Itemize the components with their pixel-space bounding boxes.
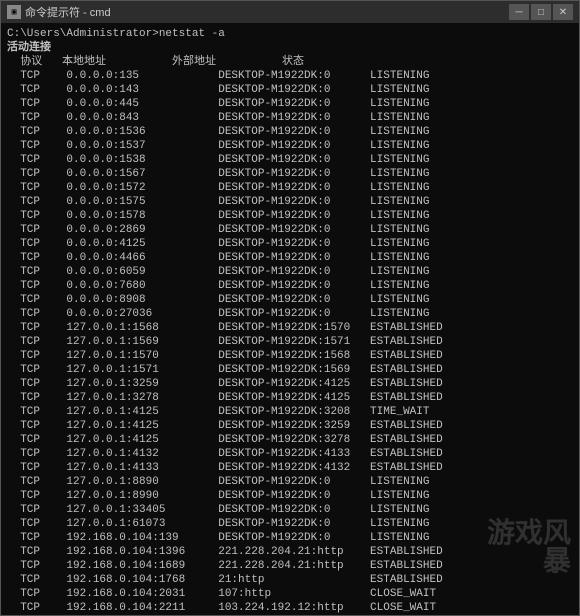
terminal-window: ▣ 命令提示符 - cmd ─ □ ✕ C:\Users\Administrat…: [0, 0, 580, 616]
table-row: TCP 127.0.0.1:8990 DESKTOP-M1922DK:0 LIS…: [7, 489, 573, 503]
table-row: TCP 127.0.0.1:4125 DESKTOP-M1922DK:3259 …: [7, 419, 573, 433]
table-row: TCP 127.0.0.1:8890 DESKTOP-M1922DK:0 LIS…: [7, 475, 573, 489]
table-row: TCP 0.0.0.0:6059 DESKTOP-M1922DK:0 LISTE…: [7, 265, 573, 279]
table-row: TCP 0.0.0.0:4466 DESKTOP-M1922DK:0 LISTE…: [7, 251, 573, 265]
table-row: TCP 0.0.0.0:843 DESKTOP-M1922DK:0 LISTEN…: [7, 111, 573, 125]
table-row: TCP 0.0.0.0:1538 DESKTOP-M1922DK:0 LISTE…: [7, 153, 573, 167]
table-row: TCP 0.0.0.0:27036 DESKTOP-M1922DK:0 LIST…: [7, 307, 573, 321]
table-row: TCP 127.0.0.1:4125 DESKTOP-M1922DK:3208 …: [7, 405, 573, 419]
column-header: 协议 本地地址 外部地址 状态: [7, 55, 573, 69]
table-row: TCP 192.168.0.104:2211 103.224.192.12:ht…: [7, 601, 573, 615]
section-header: 活动连接: [7, 41, 573, 55]
table-row: TCP 127.0.0.1:3278 DESKTOP-M1922DK:4125 …: [7, 391, 573, 405]
table-row: TCP 192.168.0.104:1768 21:http ESTABLISH…: [7, 573, 573, 587]
title-bar: ▣ 命令提示符 - cmd ─ □ ✕: [1, 1, 579, 23]
table-row: TCP 0.0.0.0:143 DESKTOP-M1922DK:0 LISTEN…: [7, 83, 573, 97]
maximize-button[interactable]: □: [531, 4, 551, 20]
terminal-icon: ▣: [7, 5, 21, 19]
table-row: TCP 192.168.0.104:139 DESKTOP-M1922DK:0 …: [7, 531, 573, 545]
table-row: TCP 192.168.0.104:1396 221.228.204.21:ht…: [7, 545, 573, 559]
table-row: TCP 0.0.0.0:445 DESKTOP-M1922DK:0 LISTEN…: [7, 97, 573, 111]
window-title: 命令提示符 - cmd: [25, 4, 111, 20]
table-row: TCP 127.0.0.1:3259 DESKTOP-M1922DK:4125 …: [7, 377, 573, 391]
table-row: TCP 127.0.0.1:4125 DESKTOP-M1922DK:3278 …: [7, 433, 573, 447]
table-row: TCP 127.0.0.1:4132 DESKTOP-M1922DK:4133 …: [7, 447, 573, 461]
table-row: TCP 0.0.0.0:1537 DESKTOP-M1922DK:0 LISTE…: [7, 139, 573, 153]
minimize-button[interactable]: ─: [509, 4, 529, 20]
title-bar-left: ▣ 命令提示符 - cmd: [7, 4, 111, 20]
table-row: TCP 127.0.0.1:1569 DESKTOP-M1922DK:1571 …: [7, 335, 573, 349]
table-row: TCP 192.168.0.104:2031 107:http CLOSE_WA…: [7, 587, 573, 601]
table-row: TCP 0.0.0.0:2869 DESKTOP-M1922DK:0 LISTE…: [7, 223, 573, 237]
terminal-rows: TCP 0.0.0.0:135 DESKTOP-M1922DK:0 LISTEN…: [7, 69, 573, 615]
table-row: TCP 127.0.0.1:1570 DESKTOP-M1922DK:1568 …: [7, 349, 573, 363]
table-row: TCP 0.0.0.0:1536 DESKTOP-M1922DK:0 LISTE…: [7, 125, 573, 139]
table-row: TCP 0.0.0.0:8908 DESKTOP-M1922DK:0 LISTE…: [7, 293, 573, 307]
terminal-body[interactable]: C:\Users\Administrator>netstat -a 活动连接 协…: [1, 23, 579, 615]
table-row: TCP 0.0.0.0:4125 DESKTOP-M1922DK:0 LISTE…: [7, 237, 573, 251]
table-row: TCP 0.0.0.0:1578 DESKTOP-M1922DK:0 LISTE…: [7, 209, 573, 223]
table-row: TCP 127.0.0.1:1571 DESKTOP-M1922DK:1569 …: [7, 363, 573, 377]
table-row: TCP 127.0.0.1:33405 DESKTOP-M1922DK:0 LI…: [7, 503, 573, 517]
table-row: TCP 127.0.0.1:61073 DESKTOP-M1922DK:0 LI…: [7, 517, 573, 531]
table-row: TCP 0.0.0.0:1575 DESKTOP-M1922DK:0 LISTE…: [7, 195, 573, 209]
table-row: TCP 0.0.0.0:7680 DESKTOP-M1922DK:0 LISTE…: [7, 279, 573, 293]
table-row: TCP 127.0.0.1:1568 DESKTOP-M1922DK:1570 …: [7, 321, 573, 335]
table-row: TCP 0.0.0.0:1567 DESKTOP-M1922DK:0 LISTE…: [7, 167, 573, 181]
table-row: TCP 0.0.0.0:1572 DESKTOP-M1922DK:0 LISTE…: [7, 181, 573, 195]
window-controls: ─ □ ✕: [509, 4, 573, 20]
table-row: TCP 0.0.0.0:135 DESKTOP-M1922DK:0 LISTEN…: [7, 69, 573, 83]
table-row: TCP 192.168.0.104:1689 221.228.204.21:ht…: [7, 559, 573, 573]
table-row: TCP 127.0.0.1:4133 DESKTOP-M1922DK:4132 …: [7, 461, 573, 475]
command-prompt: C:\Users\Administrator>netstat -a: [7, 27, 573, 41]
close-button[interactable]: ✕: [553, 4, 573, 20]
